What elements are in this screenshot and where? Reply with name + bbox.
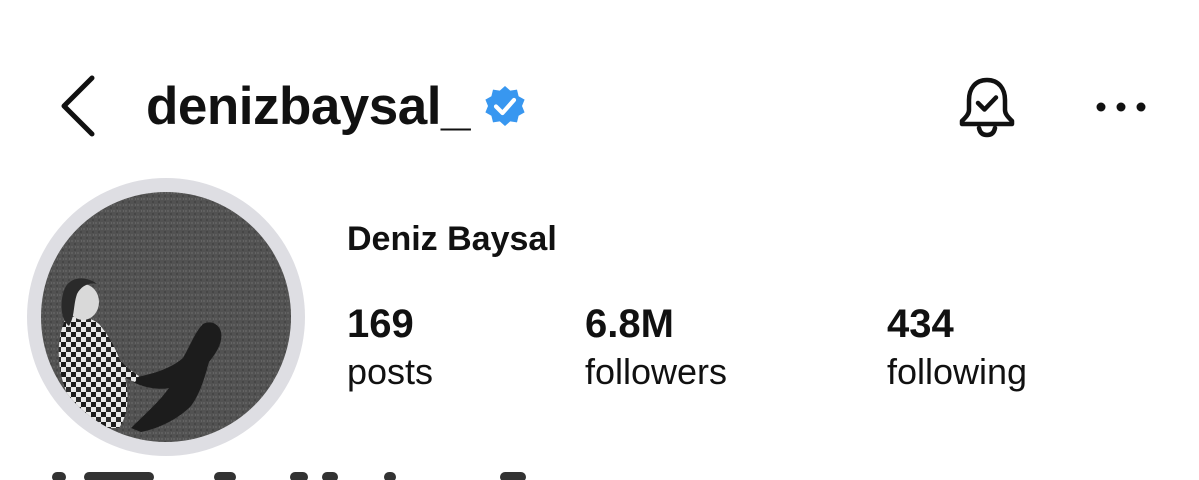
followers-stat[interactable]: 6.8M followers	[585, 302, 727, 394]
cropped-bio-text	[0, 472, 640, 480]
followers-label: followers	[585, 351, 728, 392]
more-horizontal-icon	[1094, 92, 1148, 122]
username: denizbaysal_	[146, 76, 470, 136]
profile-photo	[41, 192, 291, 442]
posts-stat[interactable]: 169 posts	[347, 302, 433, 394]
verified-badge-icon	[482, 84, 528, 130]
avatar[interactable]	[27, 178, 305, 456]
following-count: 434	[887, 302, 954, 346]
display-name: Deniz Baysal	[347, 220, 557, 258]
notifications-button[interactable]	[956, 74, 1018, 140]
chevron-left-icon	[52, 72, 108, 140]
following-stat[interactable]: 434 following	[887, 302, 1027, 394]
posts-count: 169	[347, 302, 414, 346]
followers-count: 6.8M	[585, 302, 674, 346]
bell-check-icon	[956, 74, 1018, 140]
posts-label: posts	[347, 351, 434, 392]
following-label: following	[887, 351, 1028, 392]
profile-header-title: denizbaysal_	[146, 70, 528, 142]
back-button[interactable]	[52, 72, 108, 140]
more-options-button[interactable]	[1094, 92, 1148, 122]
